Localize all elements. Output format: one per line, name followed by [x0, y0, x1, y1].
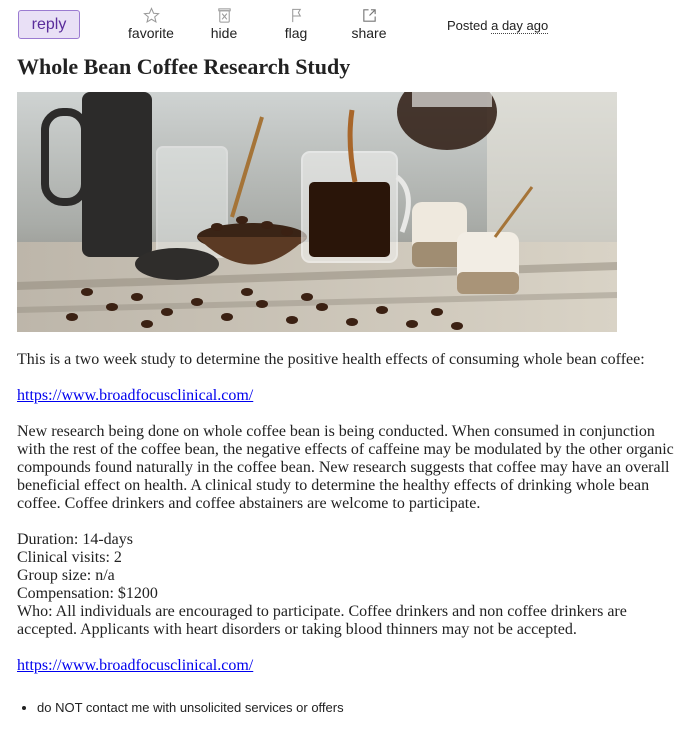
star-icon — [142, 7, 160, 24]
hide-button[interactable]: hide — [192, 7, 256, 43]
post-body: This is a two week study to determine th… — [17, 351, 679, 693]
clinic-link-2[interactable]: https://www.broadfocusclinical.com/ — [17, 657, 253, 674]
posted-date: Posted a day ago — [447, 18, 549, 34]
visits-text: Clinical visits: 2 — [17, 549, 122, 566]
description-text: New research being done on whole coffee … — [17, 423, 674, 512]
share-button[interactable]: share — [337, 7, 401, 43]
post-title: Whole Bean Coffee Research Study — [17, 54, 351, 79]
favorite-button[interactable]: favorite — [119, 7, 183, 43]
duration-text: Duration: 14-days — [17, 531, 133, 548]
flag-icon — [291, 8, 301, 23]
reply-button[interactable]: reply — [18, 10, 80, 39]
share-label: share — [351, 25, 387, 41]
posted-prefix: Posted — [447, 18, 488, 33]
hide-label: hide — [210, 25, 238, 41]
favorite-label: favorite — [128, 25, 174, 41]
clinic-link-1[interactable]: https://www.broadfocusclinical.com/ — [17, 387, 253, 404]
notice-item: do NOT contact me with unsolicited servi… — [37, 700, 344, 715]
flag-label: flag — [284, 25, 308, 41]
compensation-text: Compensation: $1200 — [17, 585, 158, 602]
who-text: Who: All individuals are encouraged to p… — [17, 603, 627, 638]
share-icon — [362, 9, 376, 22]
flag-button[interactable]: flag — [264, 7, 328, 43]
group-size-text: Group size: n/a — [17, 567, 115, 584]
posted-ago: a day ago — [491, 18, 549, 34]
study-details: Duration: 14-days Clinical visits: 2 Gro… — [17, 531, 679, 639]
intro-text: This is a two week study to determine th… — [17, 351, 645, 368]
trash-icon — [217, 8, 231, 23]
post-toolbar: reply favorite hide flag share Posted a … — [0, 0, 679, 50]
coffee-photo[interactable] — [17, 92, 617, 332]
notices-list: do NOT contact me with unsolicited servi… — [17, 700, 344, 715]
